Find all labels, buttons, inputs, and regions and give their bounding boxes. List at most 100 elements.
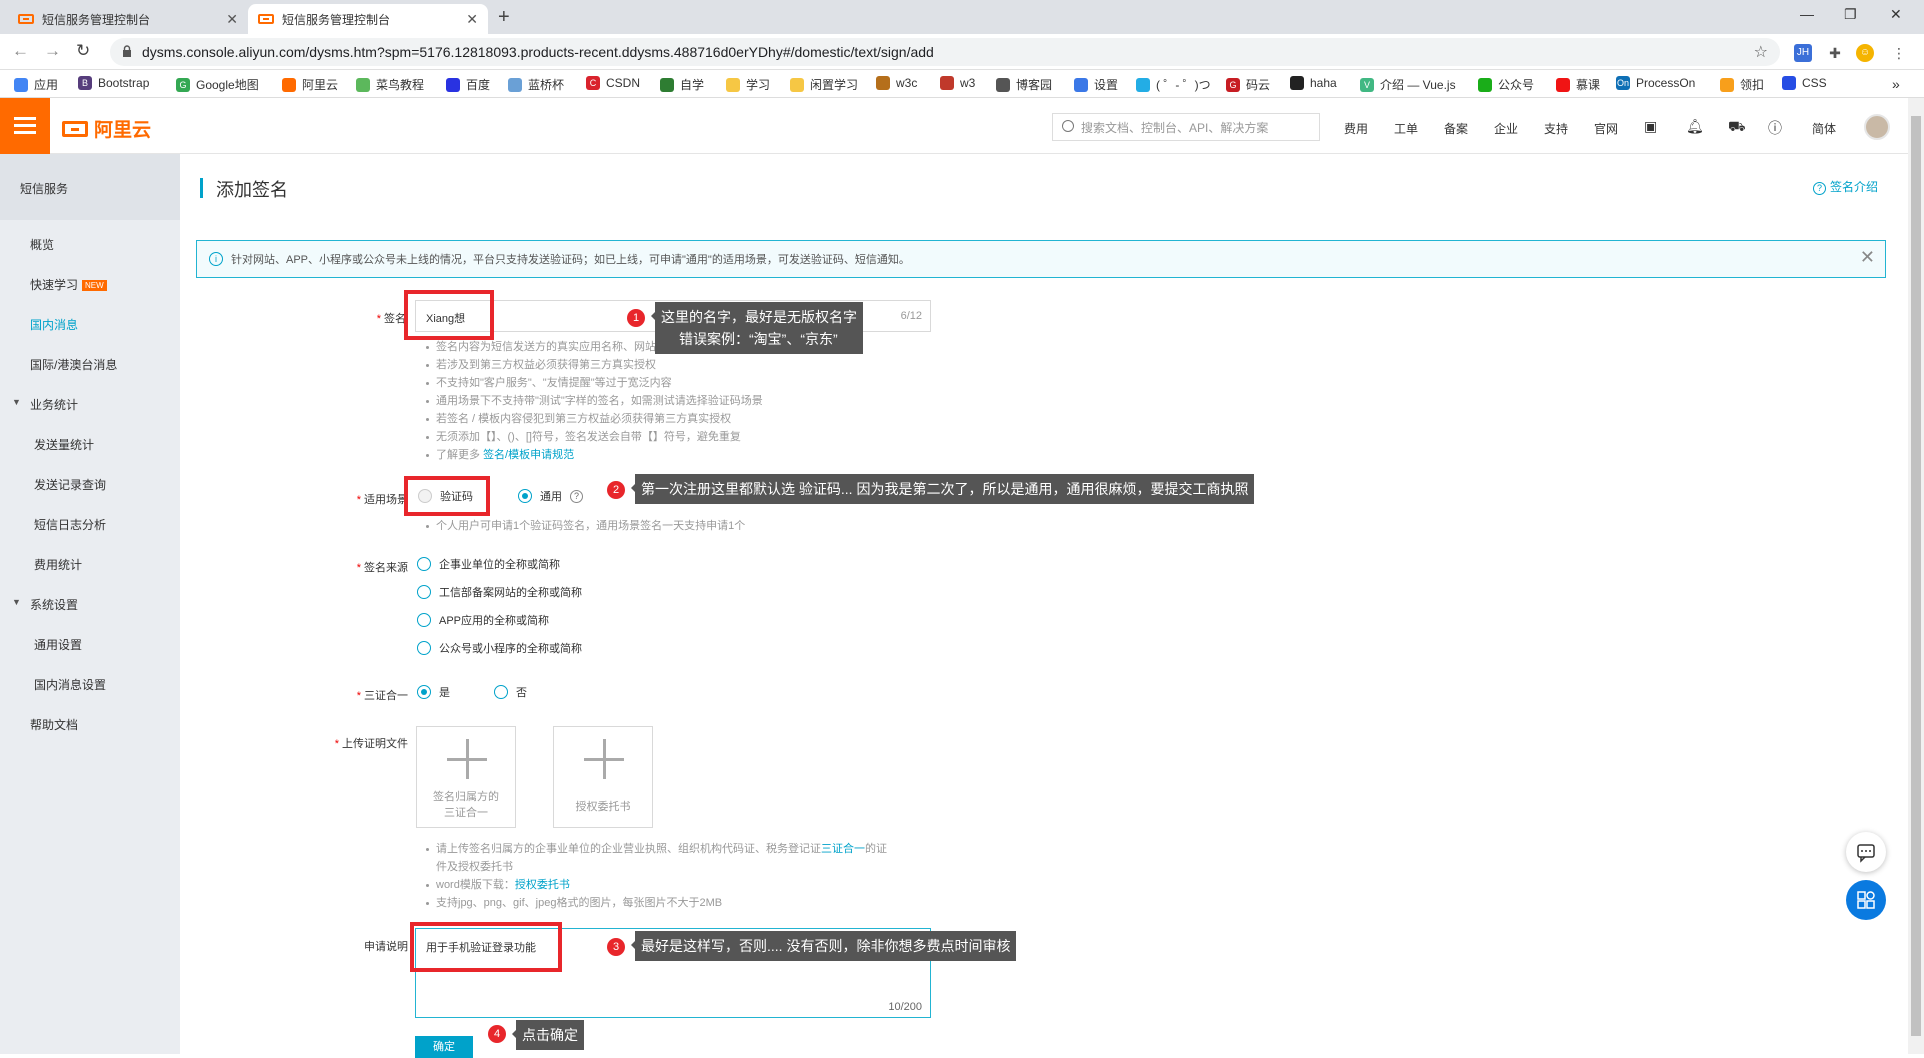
sidebar-item-domestic[interactable]: 国内消息 [30,316,78,333]
annotation-number-4: 4 [488,1025,506,1043]
bookmark-folder-xuexi[interactable]: 学习 [726,76,770,93]
sidebar-item-help-docs[interactable]: 帮助文档 [30,716,78,733]
profile-icon[interactable]: ☺ [1856,44,1874,62]
window-close-icon[interactable]: ✕ [1890,6,1902,23]
bookmark-css[interactable]: CSS [1782,76,1827,90]
nav-enterprise[interactable]: 企业 [1494,120,1518,137]
source-radio-icp-site[interactable]: 工信部备案网站的全称或简称 [417,584,582,600]
close-icon[interactable]: ✕ [1860,247,1875,268]
spec-link[interactable]: 签名/模板申请规范 [483,449,574,461]
sidebar-item-send-stats[interactable]: 发送量统计 [34,436,94,453]
nav-tickets[interactable]: 工单 [1394,120,1418,137]
nav-support[interactable]: 支持 [1544,120,1568,137]
confirm-button[interactable]: 确定 [415,1036,473,1058]
upload-license-box[interactable]: 签名归属方的 三证合一 [416,726,516,828]
bookmark-cnblogs[interactable]: 博客园 [996,76,1052,93]
hamburger-menu-icon[interactable] [0,98,50,154]
restore-icon[interactable]: ❐ [1844,6,1857,23]
console-search-input[interactable]: 搜索文档、控制台、API、解决方案 [1052,113,1320,141]
aliyun-logo[interactable]: 阿里云 [62,115,151,142]
bookmark-w3[interactable]: w3 [940,76,975,90]
annotation-tip-2: 第一次注册这里都默认选 验证码... 因为我是第二次了，所以是通用，通用很麻烦，… [630,474,1255,504]
three-in-one-yes[interactable]: 是 [417,684,450,700]
bookmark-lanqiao[interactable]: 蓝桥杯 [508,76,564,93]
page-scrollbar[interactable] [1908,98,1924,1054]
feedback-chat-icon[interactable] [1846,832,1886,872]
search-icon [1062,120,1074,132]
source-radio-enterprise[interactable]: 企事业单位的全称或简称 [417,556,560,572]
sidebar-item-send-records[interactable]: 发送记录查询 [34,476,106,493]
source-radio-app[interactable]: APP应用的全称或简称 [417,612,549,628]
bookmark-star-icon[interactable]: ☆ [1754,42,1768,62]
scrollbar-thumb[interactable] [1911,116,1921,1036]
bookmark-bilibili[interactable]: ( ゜- ゜)つ [1136,76,1211,93]
tab-title: 短信服务管理控制台 [42,12,151,27]
bookmark-w3c[interactable]: w3c [876,76,917,90]
sidebar-item-domestic-settings[interactable]: 国内消息设置 [34,676,106,693]
bookmark-apps[interactable]: 应用 [14,76,58,93]
three-in-one-no[interactable]: 否 [494,684,527,700]
bookmark-aliyun[interactable]: 阿里云 [282,76,338,93]
back-icon[interactable]: ← [12,41,29,61]
title-accent-bar [200,178,203,198]
gear-icon [1074,77,1088,92]
sidebar-item-international[interactable]: 国际/港澳台消息 [30,356,117,373]
bookmark-settings[interactable]: 设置 [1074,76,1118,93]
bookmark-processon[interactable]: On ProcessOn [1616,76,1695,90]
extensions-puzzle-icon[interactable]: ✚ [1826,44,1844,62]
annotation-tip-3: 最好是这样写，否则.... 没有否则，除非你想多费点时间审核 [630,931,1017,961]
extension-jh-icon[interactable]: JH [1794,44,1812,62]
nav-official-site[interactable]: 官网 [1594,120,1618,137]
bookmark-csdn[interactable]: C CSDN [586,76,640,90]
help-icon[interactable]: ⓘ [1768,118,1782,138]
forward-icon[interactable]: → [44,41,61,61]
bookmark-zixue[interactable]: 自学 [660,76,704,93]
terminal-icon[interactable]: ▣ [1644,118,1657,135]
sidebar-group-stats[interactable]: ▼ 业务统计 [12,396,78,413]
menu-kebab-icon[interactable]: ⋮ [1890,44,1908,62]
language-switch[interactable]: 简体 [1812,120,1836,137]
authorization-template-link[interactable]: 授权委托书 [515,879,570,891]
browser-tab-1[interactable]: 短信服务管理控制台 ✕ [8,4,248,34]
bell-icon[interactable]: 🔔︎ [1686,118,1704,135]
bookmark-runoob[interactable]: 菜鸟教程 [356,76,424,93]
cart-icon[interactable]: ⛟ [1728,118,1746,137]
annotation-number-3: 3 [607,938,625,956]
reload-icon[interactable]: ↻ [76,41,90,61]
scene-hint: 个人用户可申请1个验证码签名，通用场景签名一天支持申请1个 [424,517,944,535]
bookmark-vuejs[interactable]: V 介绍 — Vue.js [1360,76,1456,93]
bookmark-bootstrap[interactable]: B Bootstrap [78,76,149,90]
sidebar-item-quick-learn[interactable]: 快速学习 NEW [30,276,107,293]
signature-intro-link[interactable]: ? 签名介绍 [1812,178,1878,195]
minimize-icon[interactable]: — [1800,6,1814,22]
upload-authorization-box[interactable]: 授权委托书 [553,726,653,828]
sidebar-item-log-analysis[interactable]: 短信日志分析 [34,516,106,533]
close-icon[interactable]: ✕ [226,11,238,28]
bookmark-imooc[interactable]: 慕课 [1556,76,1600,93]
bookmark-folder-xianzhi[interactable]: 闲置学习 [790,76,858,93]
nav-filing[interactable]: 备案 [1444,120,1468,137]
browser-tab-2[interactable]: 短信服务管理控制台 ✕ [248,4,488,34]
new-tab-icon[interactable]: + [498,6,510,29]
bookmark-baidu[interactable]: 百度 [446,76,490,93]
scene-radio-general[interactable]: 通用? [518,488,583,504]
sidebar-item-overview[interactable]: 概览 [30,236,54,253]
bookmark-wechat-mp[interactable]: 公众号 [1478,76,1534,93]
bookmark-google-maps[interactable]: G Google地图 [176,76,259,93]
question-icon[interactable]: ? [570,489,583,503]
sidebar-group-settings[interactable]: ▼ 系统设置 [12,596,78,613]
nav-fees[interactable]: 费用 [1344,120,1368,137]
close-icon[interactable]: ✕ [466,11,478,28]
bookmark-gitee[interactable]: G 码云 [1226,76,1270,93]
sidebar-item-general-settings[interactable]: 通用设置 [34,636,82,653]
sidebar-item-fee-stats[interactable]: 费用统计 [34,556,82,573]
page-header: 添加签名 ? 签名介绍 [180,154,1908,220]
url-input[interactable]: dysms.console.aliyun.com/dysms.htm?spm=5… [110,38,1780,66]
bookmark-leetcode[interactable]: 领扣 [1720,76,1764,93]
bookmark-github[interactable]: haha [1290,76,1337,90]
source-radio-mp[interactable]: 公众号或小程序的全称或简称 [417,640,582,656]
three-in-one-link[interactable]: 三证合一 [821,843,865,855]
avatar[interactable] [1864,114,1890,140]
bookmarks-overflow-icon[interactable]: » [1892,76,1900,92]
apps-grid-icon[interactable] [1846,880,1886,920]
